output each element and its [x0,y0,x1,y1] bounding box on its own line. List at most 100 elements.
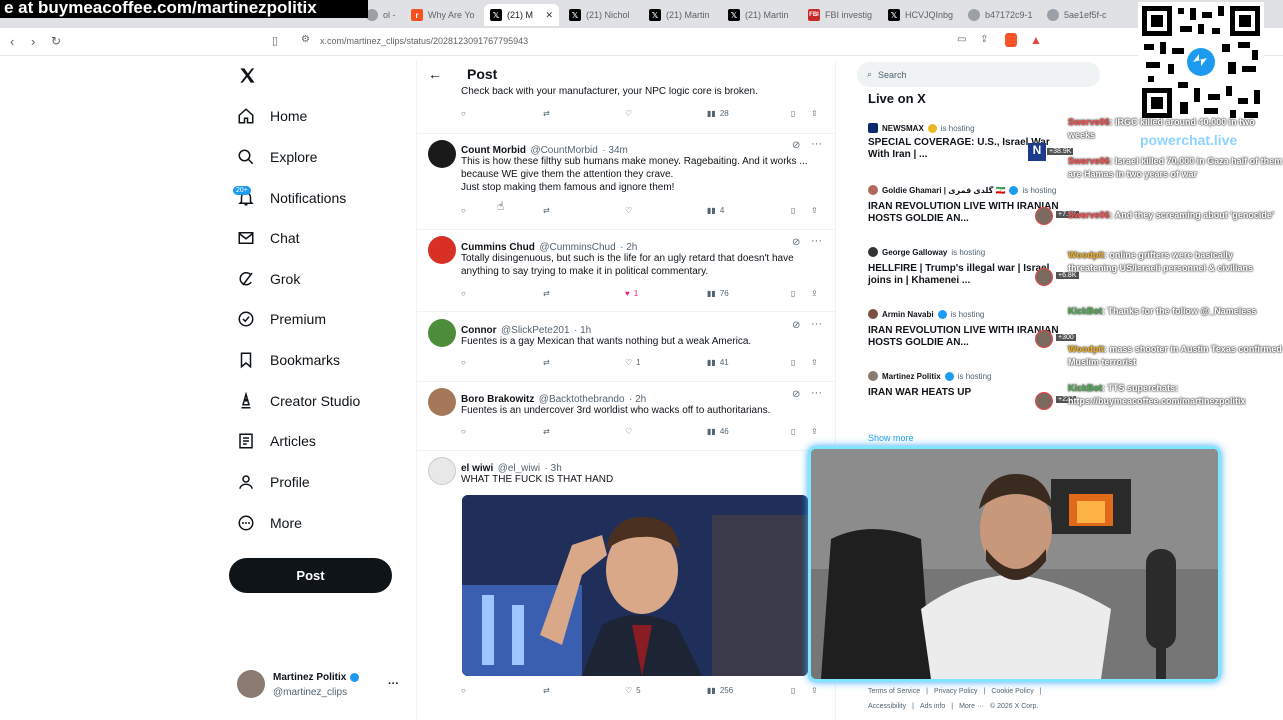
live-item[interactable]: George Galloway is hosting HELLFIRE | Tru… [868,247,1063,287]
nav-articles[interactable]: Articles [236,428,316,454]
site-settings-icon[interactable]: ⚙ [301,34,310,45]
share-icon[interactable]: ⇪ [811,289,818,298]
views-icon[interactable]: ▮▮ 46 [707,427,729,436]
grok-icon[interactable]: ⊘ [792,140,800,151]
avatar[interactable] [428,388,456,416]
more-options-icon[interactable]: ··· [811,387,822,399]
browser-tab-active[interactable]: 𝕏 (21) M ✕ [484,4,559,26]
browser-tab[interactable]: 𝕏 (21) Martin [722,4,797,26]
footer-link[interactable]: More ··· [959,700,984,713]
more-options-icon[interactable]: ··· [811,235,822,247]
nav-explore[interactable]: Explore [236,144,317,170]
grok-icon[interactable]: ⊘ [792,237,800,248]
bookmark-icon[interactable]: ▯ [791,358,795,367]
avatar[interactable] [428,457,456,485]
footer-link[interactable]: Accessibility [868,700,906,713]
post-button[interactable]: Post [229,558,392,593]
browser-tab[interactable]: 5ae1ef5f-c [1041,4,1116,26]
account-avatar[interactable] [237,670,265,698]
footer-link[interactable]: Cookie Policy [991,685,1033,698]
repost-icon[interactable]: ⇄ [543,427,550,436]
bookmark-icon[interactable]: ▯ [791,427,795,436]
browser-tab[interactable]: r Why Are Yo [405,4,480,26]
nav-notifications[interactable]: Notifications [236,185,346,211]
close-tab-icon[interactable]: ✕ [545,10,553,21]
browser-tab[interactable]: 𝕏 (21) Nichol [563,4,638,26]
reload-icon[interactable]: ↻ [51,34,61,48]
forward-arrow-icon[interactable]: › [31,34,35,49]
cast-icon[interactable]: ▭ [957,34,966,45]
browser-tab[interactable]: 𝕏 (21) Martin [643,4,718,26]
nav-home[interactable]: Home [236,103,307,129]
reply-icon[interactable]: ○ [461,206,466,215]
avatar[interactable] [428,236,456,264]
x-logo[interactable] [238,66,257,90]
reply-icon[interactable]: ○ [461,109,466,118]
views-icon[interactable]: ▮▮ 28 [707,109,729,118]
nav-bookmarks[interactable]: Bookmarks [236,347,340,373]
nav-chat[interactable]: Chat [236,225,300,251]
repost-icon[interactable]: ⇄ [543,206,550,215]
like-icon[interactable]: ♡ 1 [625,358,641,367]
nav-more[interactable]: More [236,510,302,536]
reply-icon[interactable]: ○ [461,289,466,298]
tweet-media-image[interactable] [462,495,808,676]
avatar[interactable] [428,140,456,168]
more-options-icon[interactable]: ··· [811,138,822,150]
like-icon[interactable]: ♡ [625,109,632,118]
footer-link[interactable]: Terms of Service [868,685,920,698]
repost-icon[interactable]: ⇄ [543,109,550,118]
account-more-icon[interactable]: ··· [388,678,399,690]
bookmark-icon[interactable]: ▯ [791,686,795,695]
more-options-icon[interactable]: ··· [811,318,822,330]
live-item[interactable]: Martinez Politix is hosting IRAN WAR HEAT… [868,371,1063,399]
url-field[interactable]: x.com/martinez_clips/status/202812309176… [320,36,528,46]
search-input[interactable]: ⌕ Search [857,62,1100,87]
views-icon[interactable]: ▮▮ 76 [707,289,729,298]
verified-badge-icon [937,309,947,319]
footer-link[interactable]: Privacy Policy [934,685,978,698]
bookmark-page-icon[interactable]: ▯ [272,34,278,47]
bookmark-icon[interactable]: ▯ [791,109,795,118]
views-icon[interactable]: ▮▮ 4 [707,206,724,215]
like-icon[interactable]: ♡ [625,427,632,436]
nav-grok[interactable]: Grok [236,266,300,292]
show-more-link[interactable]: Show more [868,433,914,443]
repost-icon[interactable]: ⇄ [543,289,550,298]
back-arrow-icon[interactable]: ← [428,66,442,82]
share-icon[interactable]: ⇪ [811,206,818,215]
repost-icon[interactable]: ⇄ [543,358,550,367]
reply-icon[interactable]: ○ [461,427,466,436]
reply-icon[interactable]: ○ [461,358,466,367]
avatar[interactable] [428,319,456,347]
like-icon[interactable]: ♡ [625,206,632,215]
like-icon[interactable]: ♡ 5 [625,686,641,695]
live-item[interactable]: Armin Navabi is hosting IRAN REVOLUTION L… [868,309,1063,349]
views-icon[interactable]: ▮▮ 256 [707,686,733,695]
rewards-triangle-icon[interactable]: ▲ [1030,33,1042,47]
share-icon[interactable]: ⇪ [811,109,818,118]
bookmark-icon[interactable]: ▯ [791,206,795,215]
share-icon[interactable]: ⇪ [811,686,818,695]
bookmark-icon[interactable]: ▯ [791,289,795,298]
grok-icon[interactable]: ⊘ [792,389,800,400]
nav-creator-studio[interactable]: Creator Studio [236,388,360,414]
grok-icon[interactable]: ⊘ [792,320,800,331]
share-icon[interactable]: ⇪ [980,34,988,45]
repost-icon[interactable]: ⇄ [543,686,550,695]
back-arrow-icon[interactable]: ‹ [10,34,14,49]
footer-link[interactable]: Ads info [920,700,945,713]
brave-shield-icon[interactable] [1005,33,1017,47]
like-icon-filled[interactable]: ♥ 1 [625,289,638,298]
nav-premium[interactable]: Premium [236,306,326,332]
share-icon[interactable]: ⇪ [811,358,818,367]
browser-tab[interactable]: 𝕏 HCVJQInbg [882,4,957,26]
views-icon[interactable]: ▮▮ 41 [707,358,729,367]
share-icon[interactable]: ⇪ [811,427,818,436]
account-name-row[interactable]: Martinez Politix [273,672,360,683]
live-item[interactable]: Goldie Ghamari | گلدی قمری 🇮🇷 is hosting … [868,185,1063,225]
browser-tab[interactable]: FBI FBI investig [802,4,877,26]
browser-tab[interactable]: b47172c9-1 [962,4,1037,26]
nav-profile[interactable]: Profile [236,469,310,495]
reply-icon[interactable]: ○ [461,686,466,695]
